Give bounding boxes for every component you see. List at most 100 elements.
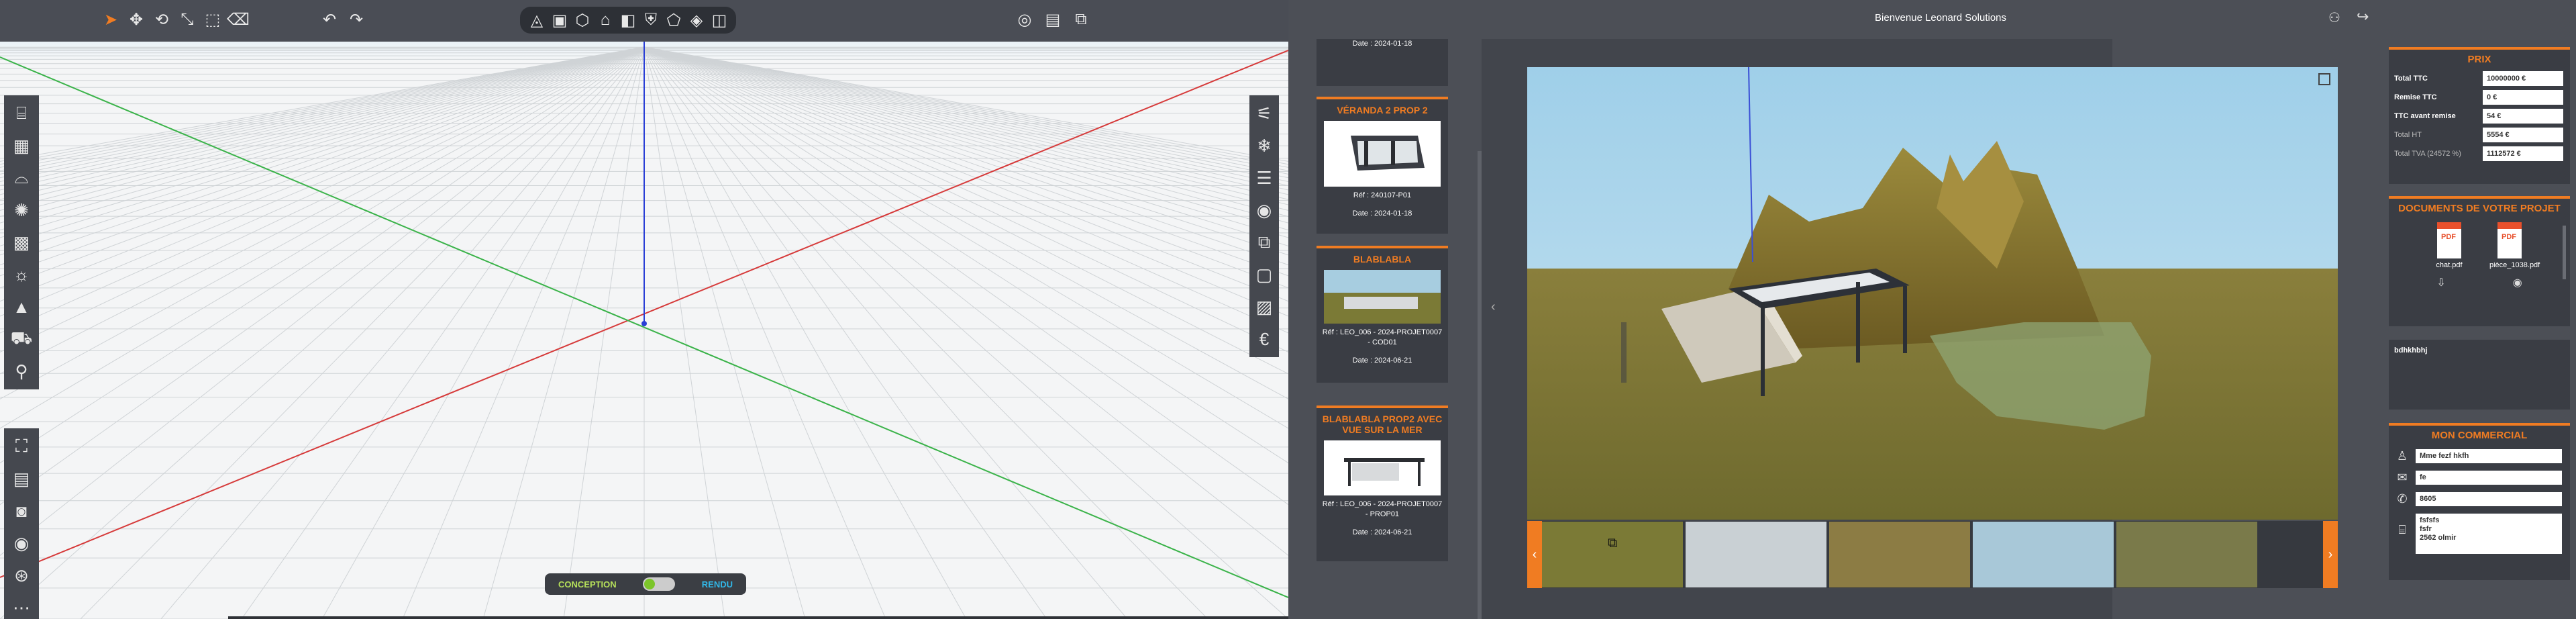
project-date: Date : 2024-06-21 [1352,356,1412,365]
person-icon: ♙ [2396,448,2408,463]
cube-view-icon[interactable]: ◈ [686,10,707,30]
split-view-icon[interactable]: ◫ [709,10,729,30]
car-icon[interactable]: ⛟ [9,326,34,352]
document-icon[interactable]: ▢ [1251,262,1277,287]
edit-tools: ➤ ✥ ⟲ ⤡ ⬚ ⌫ [101,9,250,30]
erase-icon[interactable]: ⌫ [227,9,250,30]
3d-box-icon[interactable]: ⬡ [572,10,593,30]
front-view-icon[interactable]: ▣ [550,10,570,30]
home-view-icon[interactable]: ⌂ [595,10,615,30]
side-view-icon[interactable]: ◧ [618,10,638,30]
commercial-phone-row: ✆ 8605 [2389,488,2570,510]
move-icon[interactable]: ✥ [126,9,146,30]
more-icon[interactable]: ⋯ [9,595,34,619]
document-icon[interactable]: ▤ [9,466,34,491]
conception-label[interactable]: CONCEPTION [558,579,617,589]
top-view-icon[interactable]: ⬠ [664,10,684,30]
project-ref: Réf : LEO_006 - 2024-PROJET0007 - PROP01 [1322,500,1443,518]
camera-icon[interactable]: ◙ [9,498,34,524]
pin-icon[interactable]: ⚲ [9,359,34,384]
price-row: Total HT 5554 € [2389,126,2570,144]
undo-icon[interactable]: ↶ [319,9,340,30]
project-list: Date : 2024-01-18 VÉRANDA 2 PROP 2 Réf :… [1317,39,1448,619]
mode-toggle[interactable]: CONCEPTION RENDU [545,573,746,595]
history-tools: ↶ ↷ [319,9,366,30]
eye-icon[interactable]: ◉ [2513,276,2522,289]
euro-icon[interactable]: € [1251,326,1277,352]
mountain-icon[interactable]: ▲ [9,294,34,320]
notes-text[interactable]: bdhkhbhj [2389,342,2570,359]
right-toolbar: ⚟ ❄ ☰ ◉ ⧉ ▢ ▨ € [1249,95,1279,357]
building-icon[interactable]: ⌸ [9,101,34,126]
open-external-icon[interactable]: ⧉ [1608,536,1617,551]
render-thumbnail[interactable] [1686,522,1826,587]
perspective-view-icon[interactable]: ◬ [527,10,547,30]
render-view[interactable] [1527,67,2338,520]
document-name: chat.pdf [2436,261,2463,269]
price-row: Total TVA (24572 %) 1112572 € [2389,144,2570,163]
sliders-icon[interactable]: ⚟ [1251,101,1277,126]
scale-icon[interactable]: ⤡ [177,9,197,30]
select-icon[interactable]: ➤ [101,9,121,30]
copy-icon[interactable]: ⧉ [1251,230,1277,255]
ceiling-icon[interactable]: ⌓ [9,165,34,191]
pdf-icon: PDF [2497,222,2522,258]
logout-icon[interactable]: ↪ [2357,8,2369,26]
project-date: Date : 2024-06-21 [1352,528,1412,536]
render-thumbnail[interactable] [1973,522,2114,587]
rendu-label[interactable]: RENDU [702,579,733,589]
info-column: PRIX Total TTC 10000000 € Remise TTC 0 € T… [2389,47,2570,580]
save-icon[interactable]: ▤ [1043,9,1063,30]
furniture-icon[interactable]: ⛶ [9,434,34,459]
project-title: BLABLABLA PROP2 AVEC VUE SUR LA MER [1322,414,1443,435]
commercial-name: Mme fezf hkfh [2416,448,2562,463]
user-icon[interactable]: ⚇ [2328,9,2340,26]
left-toolbar-secondary: ⛶ ▤ ◙ ◉ ⊛ ⋯ [4,428,39,619]
project-date: Date : 2024-01-18 [1352,209,1412,218]
documents-scrollbar[interactable] [2563,226,2566,279]
prev-thumbnail-button[interactable]: ‹ [1527,521,1542,588]
snowflake-icon[interactable]: ✺ [9,197,34,223]
project-card[interactable]: BLABLABLA PROP2 AVEC VUE SUR LA MER Réf … [1317,406,1448,561]
layers-icon[interactable]: ☰ [1251,165,1277,191]
export-icon[interactable]: ⧉ [1071,9,1091,30]
redo-icon[interactable]: ↷ [346,9,366,30]
hatch-icon[interactable]: ▨ [1251,294,1277,320]
lifebuoy-icon[interactable]: ⊛ [9,563,34,588]
next-thumbnail-button[interactable]: › [2323,521,2338,588]
shield-view-icon[interactable]: ⛨ [641,10,661,30]
eye-icon[interactable]: ◉ [1251,197,1277,223]
download-icon[interactable]: ⇩ [2436,276,2445,289]
price-value: 0 € [2483,90,2563,105]
view-tools: ◬ ▣ ⬡ ⌂ ◧ ⛨ ⬠ ◈ ◫ [520,7,736,34]
project-card[interactable]: VÉRANDA 2 PROP 2 Réf : 240107-P01 Date :… [1317,97,1448,234]
render-thumbnail[interactable] [1542,522,1683,587]
grid-canvas [0,0,1288,619]
lightbulb-icon[interactable]: ☼ [9,262,34,287]
project-card[interactable]: BLABLABLA Réf : LEO_006 - 2024-PROJET000… [1317,246,1448,383]
collapse-left-icon[interactable]: ‹ [1491,299,1496,315]
snowflake-icon[interactable]: ❄ [1251,133,1277,158]
price-value: 1112572 € [2483,146,2563,161]
commercial-name-row: ♙ Mme fezf hkfh [2389,445,2570,467]
render-thumbnail[interactable] [1829,522,1970,587]
facade-icon[interactable]: ▦ [9,133,34,158]
document-file[interactable]: PDF chat.pdf [2429,222,2469,269]
commercial-email[interactable]: fe [2416,470,2562,485]
price-label: TTC avant remise [2394,112,2456,120]
bottom-scrollbar[interactable] [228,616,1288,619]
3d-viewport[interactable]: ➤ ✥ ⟲ ⤡ ⬚ ⌫ ↶ ↷ ◬ ▣ ⬡ ⌂ ◧ ⛨ ⬠ ◈ ◫ ◎ ▤ ⧉ [0,0,1288,619]
project-thumbnail [1324,270,1441,324]
measure-icon[interactable]: ⬚ [203,9,223,30]
toggle-switch[interactable] [643,577,676,591]
project-card[interactable]: Date : 2024-01-18 [1317,39,1448,86]
pdf-icon: PDF [2437,222,2461,258]
gauge-icon[interactable]: ◉ [9,530,34,556]
rotate-icon[interactable]: ⟲ [152,9,172,30]
notes-card[interactable]: bdhkhbhj [2389,340,2570,410]
globe-icon[interactable]: ◎ [1015,9,1035,30]
grid-icon[interactable]: ▩ [9,230,34,255]
render-thumbnail[interactable] [2116,522,2257,587]
document-file[interactable]: PDF pièce_1038.pdf [2489,222,2540,269]
commercial-phone[interactable]: 8605 [2416,491,2562,506]
